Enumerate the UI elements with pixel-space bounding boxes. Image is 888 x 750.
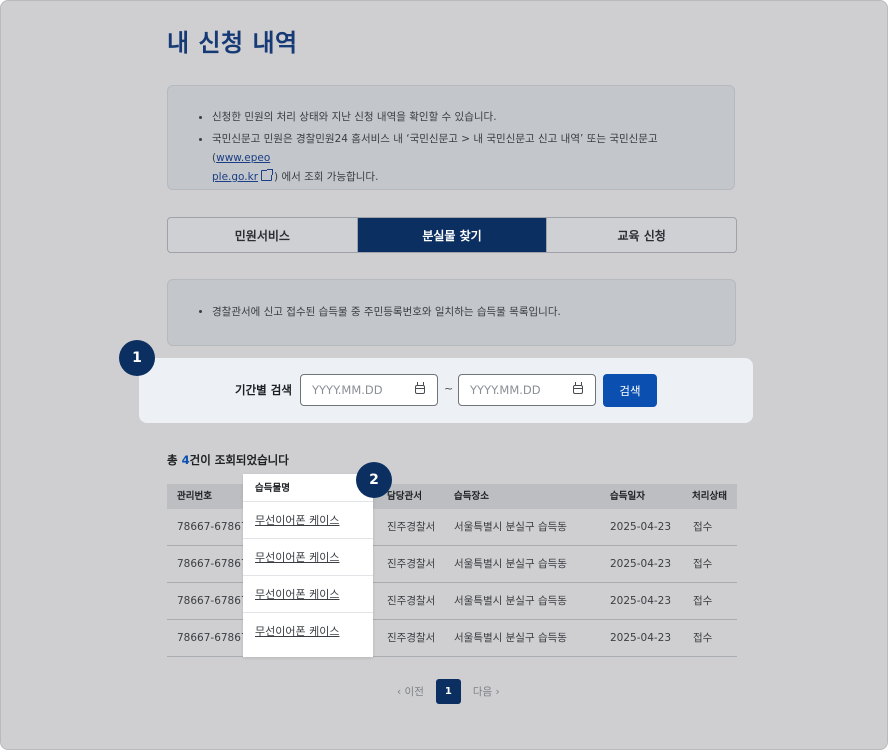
info-list: 신청한 민원의 처리 상태와 지난 신청 내역을 확인할 수 있습니다. 국민신… <box>168 86 734 187</box>
cell-date: 2025-04-23 <box>610 521 672 533</box>
page-title: 내 신청 내역 <box>167 29 298 57</box>
date-separator: ~ <box>444 382 454 395</box>
cell-office: 진주경찰서 <box>387 595 436 607</box>
header-management-no: 관리번호 <box>177 491 212 502</box>
date-to-placeholder: YYYY.MM.DD <box>470 383 541 397</box>
external-link-icon[interactable] <box>261 169 274 181</box>
item-name-cell[interactable]: 무선이어폰 케이스 <box>243 575 373 612</box>
search-button[interactable]: 검색 <box>603 374 657 407</box>
info-text: 국민신문고 민원은 경찰민원24 홈서비스 내 ‘국민신문고 > 내 국민신문고… <box>212 133 658 164</box>
epeople-link-continued[interactable]: ple.go.kr <box>212 171 258 183</box>
cell-management-no: 78667-67867 <box>177 521 248 533</box>
header-item-name: 습득물명 <box>255 483 290 494</box>
header-office: 담당관서 <box>387 491 422 502</box>
cell-status: 접수 <box>693 595 713 607</box>
cell-status: 접수 <box>693 521 713 533</box>
prev-page-button[interactable]: ‹ 이전 <box>397 684 424 699</box>
cell-place: 서울특별시 분실구 습득동 <box>454 558 567 570</box>
item-name-cell[interactable]: 무선이어폰 케이스 <box>243 612 373 649</box>
info-text: ) 에서 조회 가능합니다. <box>274 171 379 183</box>
date-from-input[interactable]: YYYY.MM.DD <box>300 374 438 406</box>
notice-box: 경찰관서에 신고 접수된 습득물 중 주민등록번호와 일치하는 습득물 목록입니… <box>167 279 736 346</box>
result-suffix: 건이 조회되었습니다 <box>189 453 289 467</box>
cell-place: 서울특별시 분실구 습득동 <box>454 595 567 607</box>
tab-education[interactable]: 교육 신청 <box>546 218 736 252</box>
cell-place: 서울특별시 분실구 습득동 <box>454 632 567 644</box>
item-name-link[interactable]: 무선이어폰 케이스 <box>255 551 339 564</box>
item-name-link[interactable]: 무선이어폰 케이스 <box>255 588 339 601</box>
item-name-column-highlight: 습득물명 무선이어폰 케이스 무선이어폰 케이스 무선이어폰 케이스 무선이어폰… <box>243 474 373 657</box>
calendar-icon[interactable] <box>415 382 425 394</box>
cell-status: 접수 <box>693 632 713 644</box>
result-prefix: 총 <box>167 453 182 467</box>
item-name-link[interactable]: 무선이어폰 케이스 <box>255 625 339 638</box>
date-to-input[interactable]: YYYY.MM.DD <box>458 374 596 406</box>
search-panel: 기간별 검색 YYYY.MM.DD ~ YYYY.MM.DD 검색 <box>139 358 753 423</box>
cell-place: 서울특별시 분실구 습득동 <box>454 521 567 533</box>
info-item: 신청한 민원의 처리 상태와 지난 신청 내역을 확인할 수 있습니다. <box>199 108 734 127</box>
cell-office: 진주경찰서 <box>387 558 436 570</box>
next-label: 다음 <box>472 686 493 698</box>
chevron-left-icon: ‹ <box>397 686 402 698</box>
cell-management-no: 78667-67867 <box>177 595 248 607</box>
epeople-link[interactable]: www.epeo <box>216 152 270 164</box>
cell-management-no: 78667-67867 <box>177 632 248 644</box>
cell-date: 2025-04-23 <box>610 595 672 607</box>
prev-label: 이전 <box>404 686 424 698</box>
notice-item: 경찰관서에 신고 접수된 습득물 중 주민등록번호와 일치하는 습득물 목록입니… <box>199 304 735 319</box>
info-item: 국민신문고 민원은 경찰민원24 홈서비스 내 ‘국민신문고 > 내 국민신문고… <box>199 130 734 187</box>
page-1-button[interactable]: 1 <box>435 679 461 704</box>
calendar-icon[interactable] <box>573 382 583 394</box>
info-box: 신청한 민원의 처리 상태와 지난 신청 내역을 확인할 수 있습니다. 국민신… <box>167 85 735 190</box>
date-from-placeholder: YYYY.MM.DD <box>312 383 383 397</box>
tab-lost-items[interactable]: 분실물 찾기 <box>356 218 547 252</box>
item-name-link[interactable]: 무선이어폰 케이스 <box>255 514 339 527</box>
next-page-button[interactable]: 다음 › <box>473 684 500 699</box>
header-date: 습득일자 <box>610 491 645 502</box>
service-tabs: 민원서비스 분실물 찾기 교육 신청 <box>167 217 737 253</box>
search-label: 기간별 검색 <box>235 383 292 397</box>
cell-office: 진주경찰서 <box>387 632 436 644</box>
page-frame: 내 신청 내역 신청한 민원의 처리 상태와 지난 신청 내역을 확인할 수 있… <box>0 0 888 750</box>
item-name-cell[interactable]: 무선이어폰 케이스 <box>243 501 373 538</box>
cell-office: 진주경찰서 <box>387 521 436 533</box>
cell-date: 2025-04-23 <box>610 632 672 644</box>
header-place: 습득장소 <box>454 491 489 502</box>
cell-management-no: 78667-67867 <box>177 558 248 570</box>
result-number: 4 <box>181 453 190 467</box>
tab-civil-service[interactable]: 민원서비스 <box>168 218 357 252</box>
chevron-right-icon: › <box>495 686 500 698</box>
cell-status: 접수 <box>693 558 713 570</box>
step-badge-1: 1 <box>119 340 155 376</box>
step-badge-2: 2 <box>356 462 392 498</box>
result-count: 총 4건이 조회되었습니다 <box>167 452 289 468</box>
header-status: 처리상태 <box>692 491 727 502</box>
item-name-cell[interactable]: 무선이어폰 케이스 <box>243 538 373 575</box>
pagination: ‹ 이전 1 다음 › <box>397 679 500 704</box>
cell-date: 2025-04-23 <box>610 558 672 570</box>
notice-list: 경찰관서에 신고 접수된 습득물 중 주민등록번호와 일치하는 습득물 목록입니… <box>168 280 735 319</box>
